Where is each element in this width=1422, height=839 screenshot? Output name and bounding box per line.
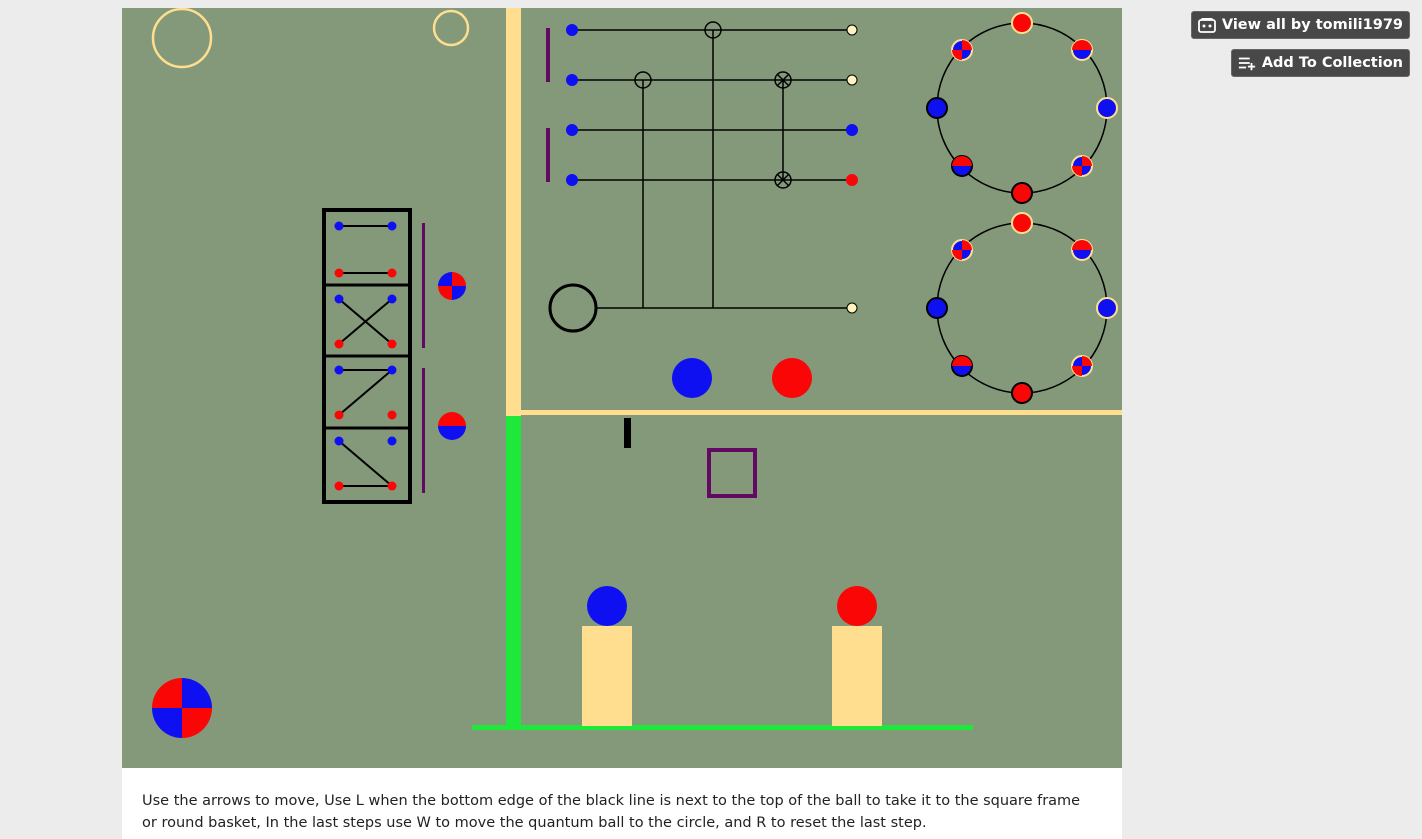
gate-box [322, 208, 412, 504]
state-ring-bottom [926, 212, 1118, 404]
wall-vertical [506, 8, 521, 416]
target-circle-small [432, 9, 470, 47]
add-list-icon [1238, 54, 1256, 72]
quantum-circuit [546, 21, 858, 333]
blue-ball[interactable] [672, 358, 712, 398]
view-all-label: View all by tomili1979 [1221, 17, 1403, 33]
quantum-ball-large[interactable] [152, 678, 212, 738]
state-ring-top [926, 12, 1118, 204]
purple-bar [422, 223, 425, 348]
game-canvas[interactable] [122, 8, 1122, 768]
itchio-icon [1197, 16, 1216, 34]
game-description: Use the arrows to move, Use L when the b… [122, 768, 1122, 839]
add-to-collection-button[interactable]: Add To Collection [1230, 49, 1410, 77]
superposition-ball [438, 412, 466, 440]
pedestal-left [582, 626, 632, 726]
green-wall-vertical [506, 416, 521, 728]
purple-bar [422, 368, 425, 493]
instructions-text: Use the arrows to move, Use L when the b… [142, 793, 1081, 831]
red-ball[interactable] [772, 358, 812, 398]
target-circle-large [151, 8, 213, 69]
add-to-collection-label: Add To Collection [1261, 55, 1403, 71]
square-frame [707, 448, 757, 498]
blue-ball-pedestal[interactable] [587, 586, 627, 626]
green-floor [472, 725, 973, 730]
quantum-ball [438, 272, 466, 300]
player-line[interactable] [624, 418, 631, 448]
view-all-button[interactable]: View all by tomili1979 [1190, 11, 1410, 39]
wall-horizontal [521, 410, 1122, 415]
red-ball-pedestal[interactable] [837, 586, 877, 626]
pedestal-right [832, 626, 882, 726]
game-scene [151, 8, 1122, 738]
